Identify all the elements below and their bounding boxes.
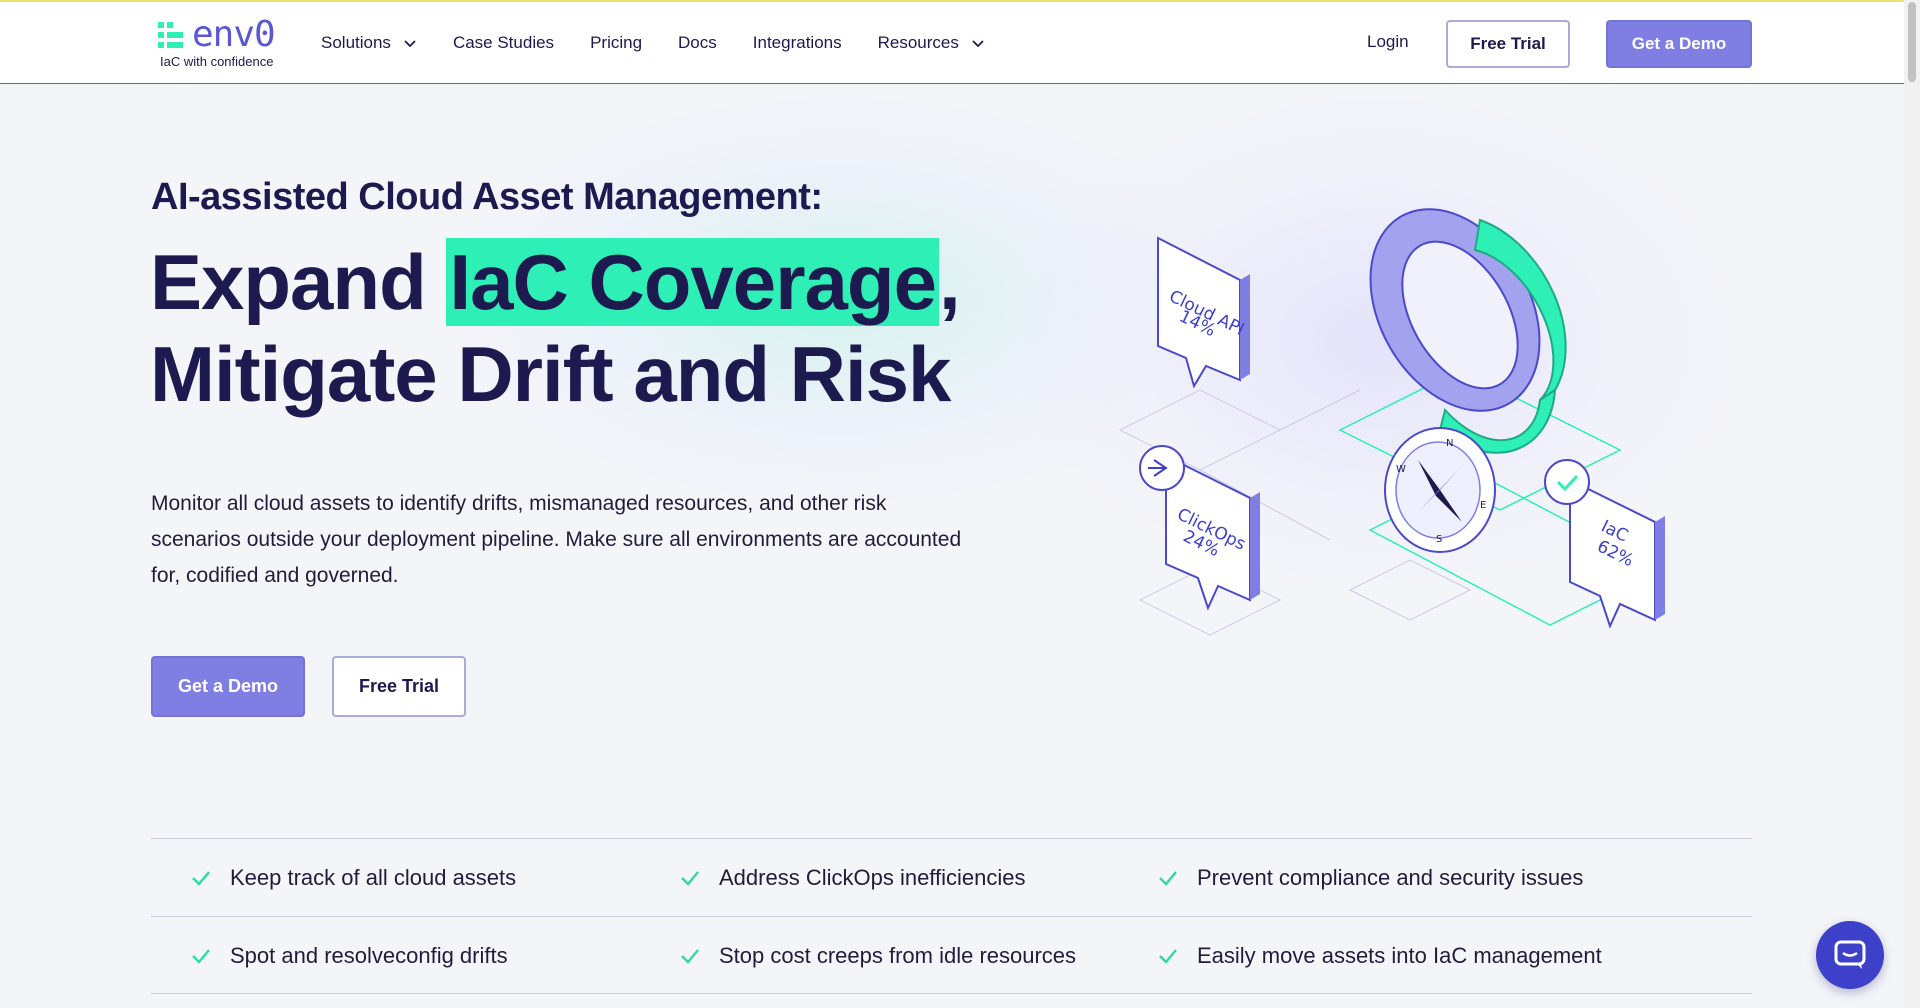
iac-coverage-illustration: N E S W Cloud API 14% ClickOps 24% IaC 6…	[1118, 208, 1665, 636]
check-icon	[681, 871, 699, 886]
nav-label: Resources	[877, 33, 959, 52]
nav-item-resources[interactable]: Resources	[878, 33, 985, 53]
nav-item-pricing[interactable]: Pricing	[590, 33, 642, 53]
nav-item-case-studies[interactable]: Case Studies	[453, 33, 554, 53]
headline-part: ,	[938, 238, 961, 326]
hero-description: Monitor all cloud assets to identify dri…	[151, 492, 962, 587]
check-icon	[192, 871, 210, 886]
hero-get-demo-button[interactable]: Get a Demo	[151, 656, 305, 717]
hero-free-trial-button[interactable]: Free Trial	[332, 656, 466, 717]
check-icon	[192, 949, 210, 964]
cloud-api-card: Cloud API 14%	[1157, 236, 1250, 389]
nav-item-solutions[interactable]: Solutions	[321, 33, 417, 53]
feature-item: Stop cost creeps from idle resources	[679, 917, 1076, 995]
feature-row: Keep track of all cloud assets Address C…	[151, 838, 1752, 916]
headline-part: Expand	[150, 238, 447, 326]
feature-row: Spot and resolveconfig drifts Stop cost …	[151, 916, 1752, 994]
nav-item-integrations[interactable]: Integrations	[753, 33, 842, 53]
feature-text: Spot and resolveconfig drifts	[230, 943, 508, 968]
check-icon	[1159, 871, 1177, 886]
chat-widget-button[interactable]	[1816, 921, 1884, 989]
chat-icon	[1834, 940, 1866, 969]
check-icon	[1159, 949, 1177, 964]
logo-tagline: IaC with confidence	[160, 54, 274, 69]
nav-label: Pricing	[590, 33, 643, 52]
feature-text: Prevent compliance and security issues	[1197, 865, 1584, 890]
feature-item: Spot and resolveconfig drifts	[190, 917, 508, 995]
scrollbar-thumb[interactable]	[1908, 2, 1916, 82]
header-get-demo-button[interactable]: Get a Demo	[1606, 20, 1752, 68]
nav-label: Case Studies	[452, 33, 555, 52]
chevron-down-icon	[404, 40, 416, 48]
check-icon	[681, 949, 699, 964]
feature-item: Address ClickOps inefficiencies	[679, 839, 1026, 917]
feature-item: Prevent compliance and security issues	[1157, 839, 1583, 917]
feature-list: Keep track of all cloud assets Address C…	[151, 838, 1752, 994]
compass-n: N	[1446, 438, 1453, 449]
headline-line2: Mitigate Drift and Risk	[150, 330, 951, 418]
hero-eyebrow: AI-assisted Cloud Asset Management:	[151, 176, 823, 218]
hero-headline: Expand IaC Coverage, Mitigate Drift and …	[150, 236, 961, 420]
login-link[interactable]: Login	[1367, 32, 1409, 52]
compass: N E S W	[1384, 427, 1496, 553]
header-free-trial-button[interactable]: Free Trial	[1446, 20, 1570, 68]
main-nav: Solutions Case Studies Pricing Docs Inte…	[321, 2, 1021, 84]
nav-label: Solutions	[321, 33, 391, 52]
site-header: env0 IaC with confidence Solutions Case …	[0, 2, 1904, 84]
iac-card: IaC 62%	[1544, 459, 1665, 629]
logo-mark-icon	[158, 22, 183, 48]
check-badge-icon	[1544, 459, 1590, 505]
chevron-down-icon	[972, 40, 984, 48]
feature-item: Keep track of all cloud assets	[190, 839, 516, 917]
feature-text: Stop cost creeps from idle resources	[719, 943, 1077, 968]
page-scrollbar[interactable]	[1904, 0, 1920, 1008]
env0-logo[interactable]: env0 IaC with confidence	[158, 14, 288, 72]
feature-text: Keep track of all cloud assets	[230, 865, 517, 890]
compass-s: S	[1436, 534, 1442, 545]
feature-text: Easily move assets into IaC management	[1197, 943, 1602, 968]
compass-e: E	[1480, 500, 1486, 511]
feature-item: Easily move assets into IaC management	[1157, 917, 1602, 995]
compass-w: W	[1396, 464, 1406, 475]
logo-wordmark: env0	[192, 14, 276, 55]
feature-text: Address ClickOps inefficiencies	[719, 865, 1026, 890]
nav-item-docs[interactable]: Docs	[678, 33, 717, 53]
headline-highlight: IaC Coverage	[446, 238, 939, 326]
nav-label: Integrations	[752, 33, 842, 52]
nav-label: Docs	[678, 33, 717, 52]
